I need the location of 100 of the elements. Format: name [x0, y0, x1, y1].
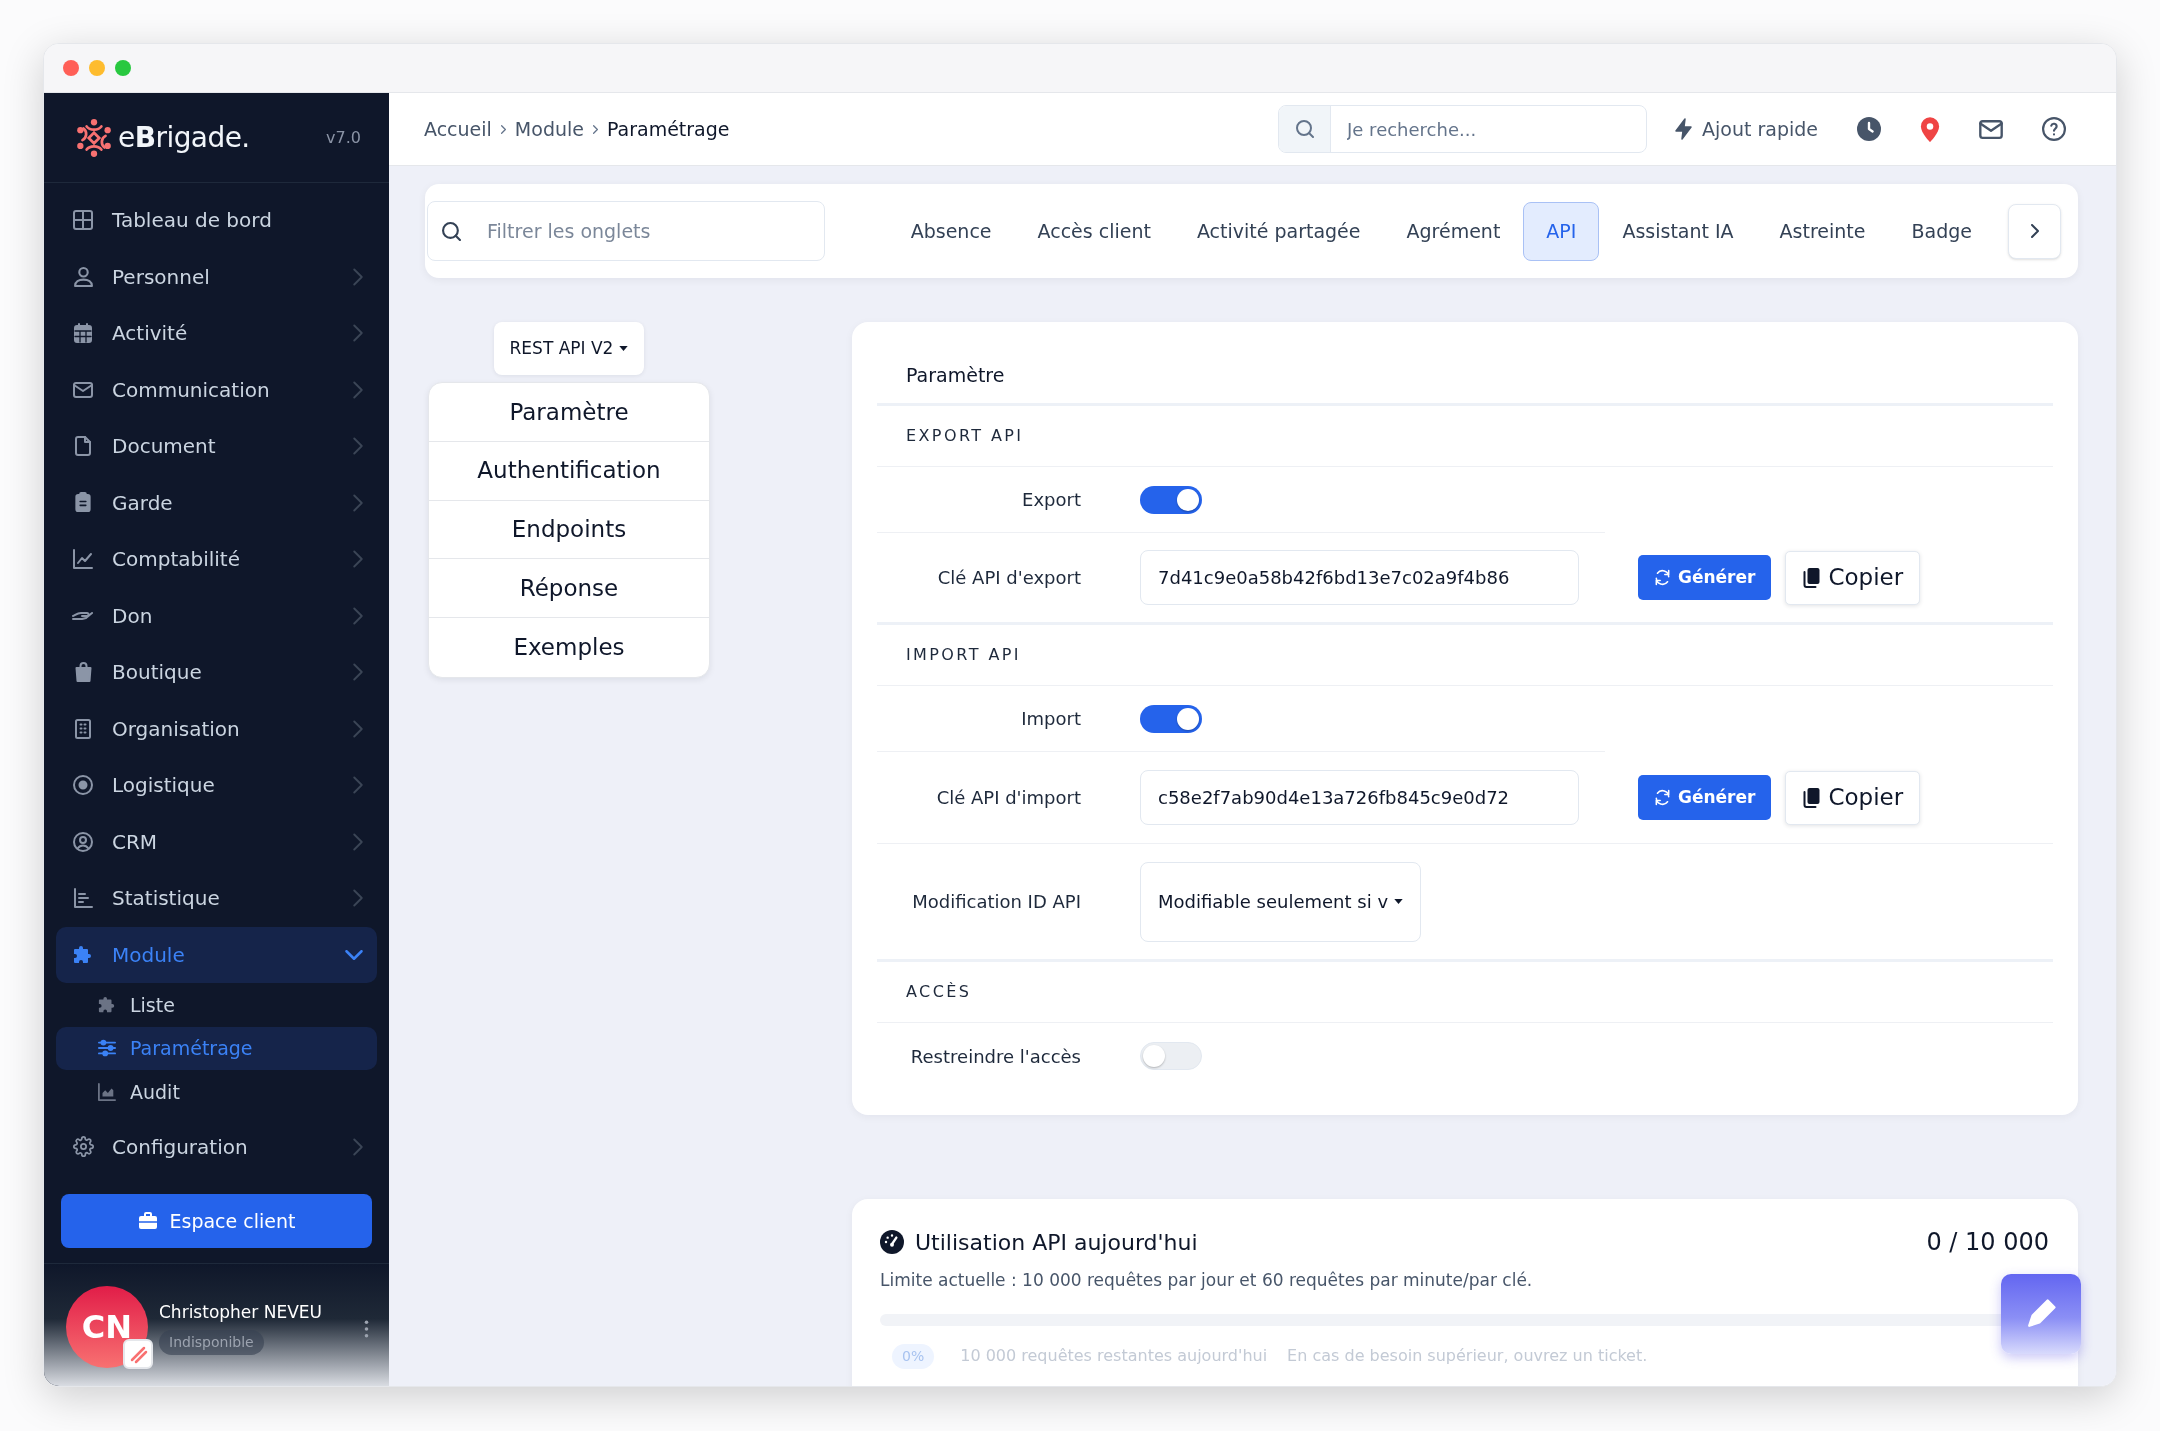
breadcrumb-separator-icon — [500, 124, 506, 134]
chevron-down-icon — [345, 949, 363, 960]
field-label: Clé API d'import — [935, 786, 1081, 810]
close-icon — [63, 60, 79, 76]
status-badge: Indisponible — [159, 1329, 264, 1355]
sidebar-item[interactable]: Communication — [56, 361, 377, 418]
toggle-switch[interactable] — [1140, 704, 1202, 733]
sidebar-item[interactable]: Comptabilité — [56, 531, 377, 588]
toggle-switch[interactable] — [1140, 485, 1202, 514]
avatar: CN — [66, 1286, 148, 1368]
refresh-icon — [1654, 569, 1671, 586]
tab[interactable]: Badge — [1888, 201, 1995, 261]
toggle-switch[interactable] — [1140, 1042, 1202, 1070]
sliders-icon — [98, 1039, 116, 1058]
sidebar-item[interactable]: Module — [56, 926, 377, 983]
map-pin-icon[interactable] — [1920, 116, 1940, 142]
target-icon — [73, 775, 93, 796]
sidebar-subitem[interactable]: Liste — [56, 983, 377, 1027]
field-label: Modification ID API — [911, 890, 1081, 914]
copy-button[interactable]: Copier — [1785, 550, 1921, 605]
maximize-icon — [115, 60, 131, 76]
sidebar-item[interactable]: Don — [56, 587, 377, 644]
tab[interactable]: API — [1523, 201, 1600, 261]
chevron-right-icon — [353, 324, 363, 343]
section-tab[interactable]: Réponse — [429, 559, 709, 619]
briefcase-icon — [137, 1212, 158, 1230]
quick-add-button[interactable]: Ajout rapide — [1675, 114, 1818, 144]
grid-icon — [73, 210, 93, 231]
client-space-button[interactable]: Espace client — [61, 1194, 372, 1248]
breadcrumb-link[interactable]: Accueil — [424, 114, 492, 144]
sidebar-item[interactable]: CRM — [56, 813, 377, 870]
sidebar-item[interactable]: Personnel — [56, 248, 377, 305]
envelope-icon[interactable] — [1979, 119, 2003, 139]
chevron-right-icon — [353, 493, 363, 512]
caret-icon — [619, 346, 629, 351]
sidebar-item[interactable]: Document — [56, 418, 377, 475]
chevron-right-icon — [2030, 224, 2039, 238]
breadcrumb-link[interactable]: Module — [514, 114, 584, 144]
chevron-right-icon — [353, 719, 363, 738]
area-chart-icon — [98, 1082, 116, 1101]
version-dropdown[interactable]: REST API V2 — [493, 322, 645, 375]
sidebar-item[interactable]: Boutique — [56, 644, 377, 701]
sidebar-subitem[interactable]: Paramétrage — [56, 1026, 377, 1070]
tab[interactable]: Astreinte — [1756, 201, 1889, 261]
sidebar-item[interactable]: Logistique — [56, 757, 377, 814]
copy-icon — [1802, 786, 1822, 809]
bag-icon — [74, 662, 92, 683]
bolt-icon — [1675, 117, 1692, 141]
card-title: Paramètre — [877, 347, 2053, 406]
tab[interactable]: Accès client — [1014, 201, 1174, 261]
chevron-right-icon — [353, 267, 363, 286]
chevron-right-icon — [353, 606, 363, 625]
more-icon[interactable] — [364, 1320, 369, 1338]
help-icon[interactable] — [2042, 117, 2066, 141]
section-tab[interactable]: Exemples — [429, 618, 709, 677]
api-key-field[interactable]: c58e2f7ab90d4e13a726fb845c9e0d72 — [1140, 770, 1579, 825]
percent-badge: 0% — [892, 1343, 935, 1369]
copy-button[interactable]: Copier — [1785, 770, 1921, 825]
sidebar-item[interactable]: Tableau de bord — [56, 192, 377, 249]
copy-icon — [1802, 566, 1822, 589]
tab[interactable]: Activité partagée — [1173, 201, 1384, 261]
usage-title: Utilisation API aujourd'hui — [915, 1228, 1198, 1257]
tab[interactable]: Assistant IA — [1599, 201, 1757, 261]
puzzle-icon — [98, 995, 116, 1014]
user-circle-icon — [73, 831, 93, 852]
minimize-icon — [89, 60, 105, 76]
filter-bar[interactable]: Filtrer les onglets — [427, 201, 825, 261]
pencil-icon — [2026, 1299, 2056, 1329]
section-tab[interactable]: Authentification — [429, 441, 709, 501]
status-badge-icon — [122, 1338, 154, 1370]
clipboard-icon — [75, 492, 91, 514]
sidebar-item[interactable]: Statistique — [56, 870, 377, 927]
user-name: Christopher NEVEU — [159, 1301, 322, 1324]
clock-icon[interactable] — [1857, 117, 1881, 141]
tab[interactable]: Absence — [887, 201, 1015, 261]
sidebar-item[interactable]: Garde — [56, 474, 377, 531]
puzzle-icon — [73, 944, 93, 965]
select-field[interactable]: Modifiable seulement si v — [1140, 861, 1422, 942]
chevron-right-icon — [353, 550, 363, 569]
generate-button[interactable]: Générer — [1638, 775, 1772, 820]
sidebar-subitem[interactable]: Audit — [56, 1070, 377, 1114]
section-tab[interactable]: Paramètre — [429, 383, 709, 442]
tab[interactable]: Agrément — [1383, 201, 1524, 261]
sidebar-item[interactable]: Configuration — [56, 1118, 377, 1175]
field-label: Clé API d'export — [936, 566, 1081, 590]
note-text: En cas de besoin supérieur, ouvrez un ticket. — [1287, 1345, 1648, 1367]
section-tab[interactable]: Endpoints — [429, 500, 709, 560]
chevron-right-icon — [353, 1137, 363, 1156]
sidebar-item[interactable]: Activité — [56, 305, 377, 362]
api-key-field[interactable]: 7d41c9e0a58b42f6bd13e7c02a9f4b86 — [1140, 550, 1579, 605]
envelope-icon — [73, 381, 93, 398]
file-icon — [75, 436, 91, 457]
field-label: Restreindre l'accès — [909, 1044, 1081, 1069]
generate-button[interactable]: Générer — [1638, 555, 1772, 600]
sidebar-item[interactable]: Organisation — [56, 700, 377, 757]
edit-button[interactable] — [2001, 1274, 2081, 1354]
line-chart-icon — [73, 549, 93, 570]
chevron-right-icon — [353, 832, 363, 851]
filter-input[interactable]: Filtrer les onglets — [487, 216, 824, 246]
caret-icon — [1394, 899, 1404, 904]
